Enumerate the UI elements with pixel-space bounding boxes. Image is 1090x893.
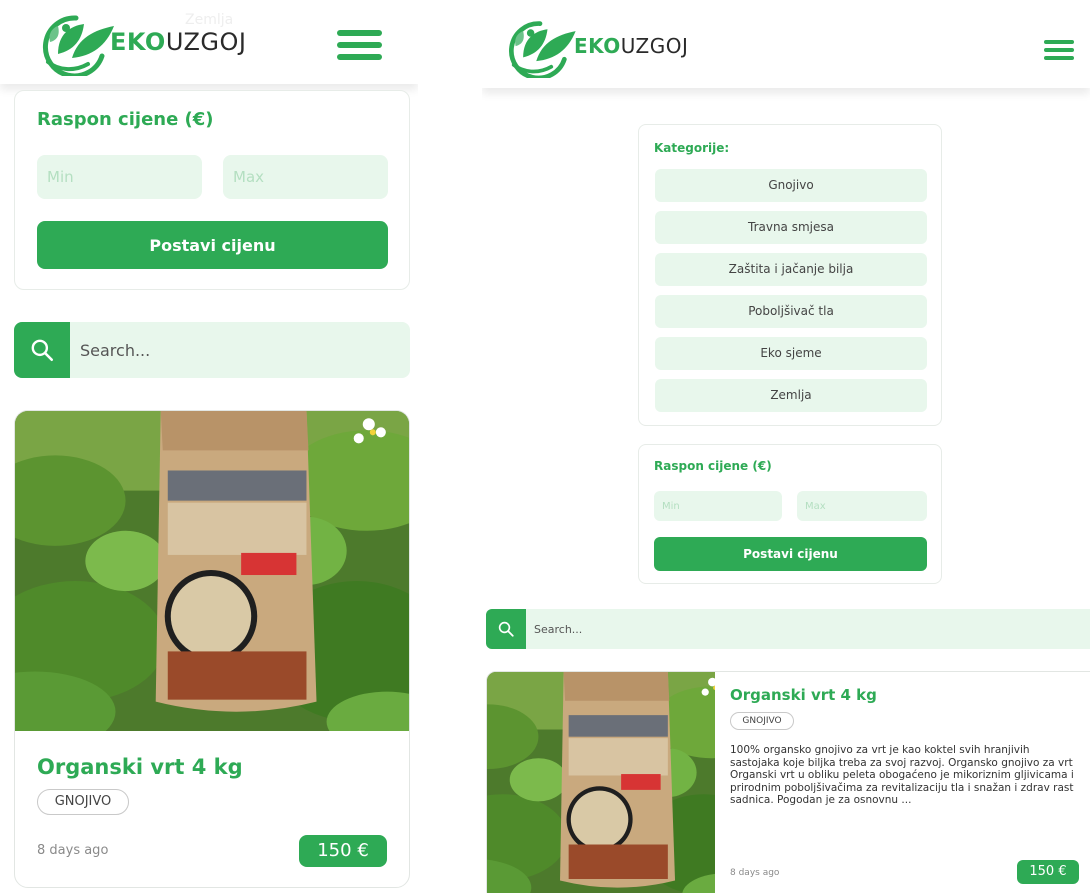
price-min-input[interactable] [654, 491, 782, 521]
price-max-input[interactable] [223, 155, 388, 199]
search-bar [14, 322, 410, 378]
ghost-category-text: Zemlja [185, 12, 234, 28]
set-price-button[interactable]: Postavi cijenu [37, 221, 388, 269]
product-date: 8 days ago [730, 868, 780, 878]
logo-icon [502, 18, 578, 78]
logo-uzgoj: UZGOJ [165, 28, 247, 56]
header: EKOUZGOJ Zemlja [0, 0, 418, 84]
product-title[interactable]: Organski vrt 4 kg [37, 755, 243, 779]
set-price-button[interactable]: Postavi cijenu [654, 537, 927, 571]
product-card[interactable]: Organski vrt 4 kg GNOJIVO 8 days ago 150… [14, 410, 410, 888]
search-input[interactable] [534, 609, 1074, 649]
price-filter-card: Raspon cijene (€) Postavi cijenu [638, 444, 942, 584]
categories-card: Kategorije: Gnojivo Travna smjesa Zaštit… [638, 124, 942, 426]
product-description: 100% organsko gnojivo za vrt je kao kokt… [730, 744, 1074, 807]
logo-uzgoj: UZGOJ [620, 34, 689, 58]
menu-icon[interactable] [1044, 40, 1074, 60]
price-filter-title: Raspon cijene (€) [37, 109, 214, 130]
logo[interactable]: EKOUZGOJ [502, 18, 688, 78]
search-input[interactable] [80, 322, 400, 378]
logo-text: EKOUZGOJ [574, 34, 688, 58]
price-max-input[interactable] [797, 491, 927, 521]
category-item-eko-sjeme[interactable]: Eko sjeme [655, 337, 927, 370]
category-item-travna-smjesa[interactable]: Travna smjesa [655, 211, 927, 244]
mobile-view: EKOUZGOJ Zemlja Raspon cijene (€) Postav… [0, 0, 418, 893]
header: EKOUZGOJ [482, 0, 1090, 88]
search-button[interactable] [14, 322, 70, 378]
product-category-tag: GNOJIVO [37, 789, 129, 815]
product-price: 150 € [1017, 860, 1079, 884]
product-image[interactable] [15, 411, 410, 731]
product-category-tag: GNOJIVO [730, 712, 794, 730]
logo-text: EKOUZGOJ [110, 28, 246, 56]
logo-eko: EKO [574, 34, 621, 58]
category-item-zemlja[interactable]: Zemlja [655, 379, 927, 412]
product-image[interactable] [487, 672, 715, 893]
product-photo [487, 672, 715, 893]
menu-icon[interactable] [337, 30, 382, 60]
category-item-zastita[interactable]: Zaštita i jačanje bilja [655, 253, 927, 286]
price-filter-title: Raspon cijene (€) [654, 459, 772, 473]
logo-icon [36, 12, 116, 76]
product-title[interactable]: Organski vrt 4 kg [730, 686, 877, 704]
product-photo [15, 411, 410, 731]
product-card[interactable]: Organski vrt 4 kg GNOJIVO 100% organsko … [486, 671, 1090, 893]
product-price: 150 € [299, 835, 387, 867]
search-button[interactable] [486, 609, 526, 649]
product-date: 8 days ago [37, 843, 109, 858]
price-min-input[interactable] [37, 155, 202, 199]
search-bar [486, 609, 1090, 649]
search-icon [497, 620, 515, 638]
search-icon [29, 337, 55, 363]
logo-eko: EKO [110, 28, 166, 56]
category-item-gnojivo[interactable]: Gnojivo [655, 169, 927, 202]
categories-title: Kategorije: [654, 141, 730, 155]
category-item-poboljsivac[interactable]: Poboljšivač tla [655, 295, 927, 328]
price-filter-card: Raspon cijene (€) Postavi cijenu [14, 90, 410, 290]
tablet-view: EKOUZGOJ Kategorije: Gnojivo Travna smje… [482, 0, 1090, 893]
